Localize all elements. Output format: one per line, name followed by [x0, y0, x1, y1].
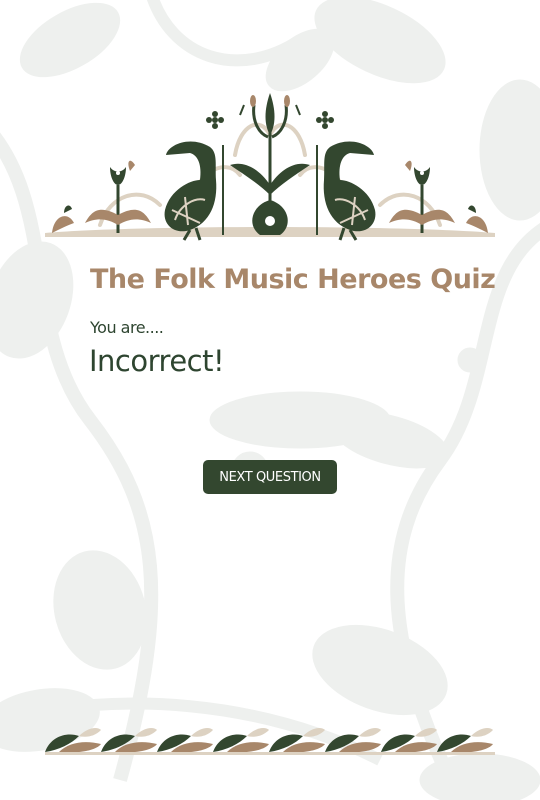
quiz-title: The Folk Music Heroes Quiz [90, 264, 496, 295]
tulip-left-icon [85, 160, 151, 233]
tulip-right-icon [389, 160, 455, 233]
result-prefix: You are.... [90, 318, 164, 337]
next-question-button[interactable]: NEXT QUESTION [203, 460, 337, 494]
result-status: Incorrect! [89, 344, 225, 378]
heron-left-icon [164, 141, 224, 241]
heron-right-icon [316, 141, 376, 241]
folk-ornament-header [45, 93, 495, 241]
folk-border-footer [45, 728, 495, 755]
